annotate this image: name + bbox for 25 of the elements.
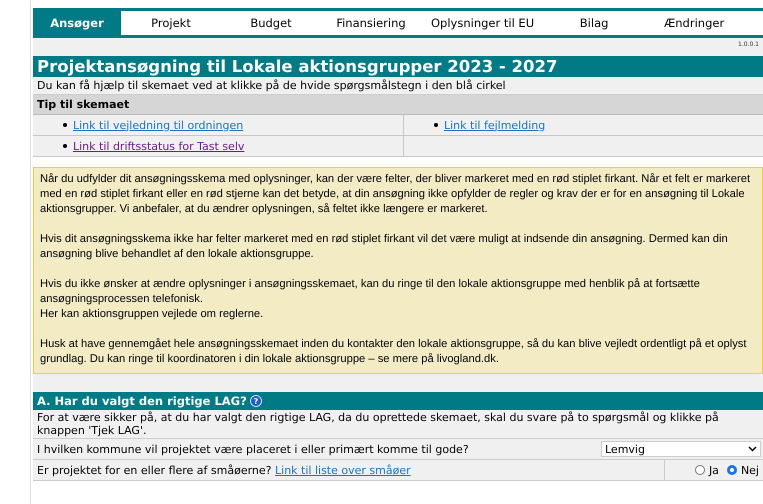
tips-header: Tip til skemaet xyxy=(33,95,763,115)
bullet-icon xyxy=(434,123,438,127)
notice-text: Når du udfylder dit ansøgningsskema med oplysninger, kan der være felter, der bliver markeret med en rød stiplet firkant. Når et felt er markeret med en rød stiplet firkant eller en rød stjerne kan det betyde, at din ansøgning ikke opfylder de regler og krav der er for en ansøgning til Lokale aktionsgrupper. Vi anbefaler, at du ændrer oplysningen, så feltet ikke længere er markeret. xyxy=(40,172,752,217)
chevron-down-icon xyxy=(748,446,757,452)
tip-link[interactable]: Link til fejlmelding xyxy=(444,118,546,132)
bullet-icon xyxy=(63,123,67,127)
radio-option[interactable]: Ja xyxy=(694,464,719,476)
municipality-select[interactable]: Lemvig xyxy=(601,441,761,457)
notice-text: Hvis du ikke ønsker at ændre oplysninger i ansøgningsskemaet, kan du ringe til den lokale aktionsgruppe med henblik på at fortsætte ansøgningsprocessen telefonisk. xyxy=(40,277,701,307)
question-label: I hvilken kommune vil projektet være placeret i eller primært komme til gode? xyxy=(37,442,469,456)
help-hint: Du kan få hjælp til skemaet ved at klikke på de hvide spørgsmålstegn i den blå cirkel xyxy=(33,77,763,95)
tab[interactable]: Ansøger xyxy=(33,11,121,35)
section-title: A. Har du valgt den rigtige LAG? xyxy=(37,394,247,408)
radio-option[interactable]: Nej xyxy=(726,464,759,476)
section-intro: For at være sikker på, at du har valgt den rigtige LAG, da du oprettede skemaet, skal du svare på to spørgsmål og klikke på knappen 'Tjek LAG'. xyxy=(33,410,763,439)
tip-link[interactable]: Link til driftsstatus for Tast selv xyxy=(73,140,244,152)
form-title: Projektansøgning til Lokale aktionsgrupper 2023 - 2027 xyxy=(33,56,763,77)
tip-link[interactable]: Link til vejledning til ordningen xyxy=(73,118,244,132)
help-icon[interactable]: ? xyxy=(250,395,262,407)
bullet-icon xyxy=(63,144,67,148)
islands-link[interactable]: Link til liste over småøer xyxy=(275,464,411,476)
notice-text: Her kan aktionsgruppen vejlede om reglerne. xyxy=(40,307,264,322)
notice-text: Husk at have gennemgået hele ansøgningsskemaet inden du kontakter den lokale aktionsgruppe, så du kan blive vejledt ordentligt på et oplyst grundlag. Du kan ringe til koordinatoren i din lokale aktionsgruppe – se mere på livogland.dk. xyxy=(40,337,748,367)
question-label: Er projektet for en eller flere af småøerne? Link til liste over småøer xyxy=(37,464,411,476)
notice-text: Hvis dit ansøgningsskema ikke har felter markeret med en rød stiplet firkant vil det være muligt at indsende din ansøgning. Dermed kan din ansøgning blive behandlet af den lokale aktionsgruppe. xyxy=(40,232,729,262)
